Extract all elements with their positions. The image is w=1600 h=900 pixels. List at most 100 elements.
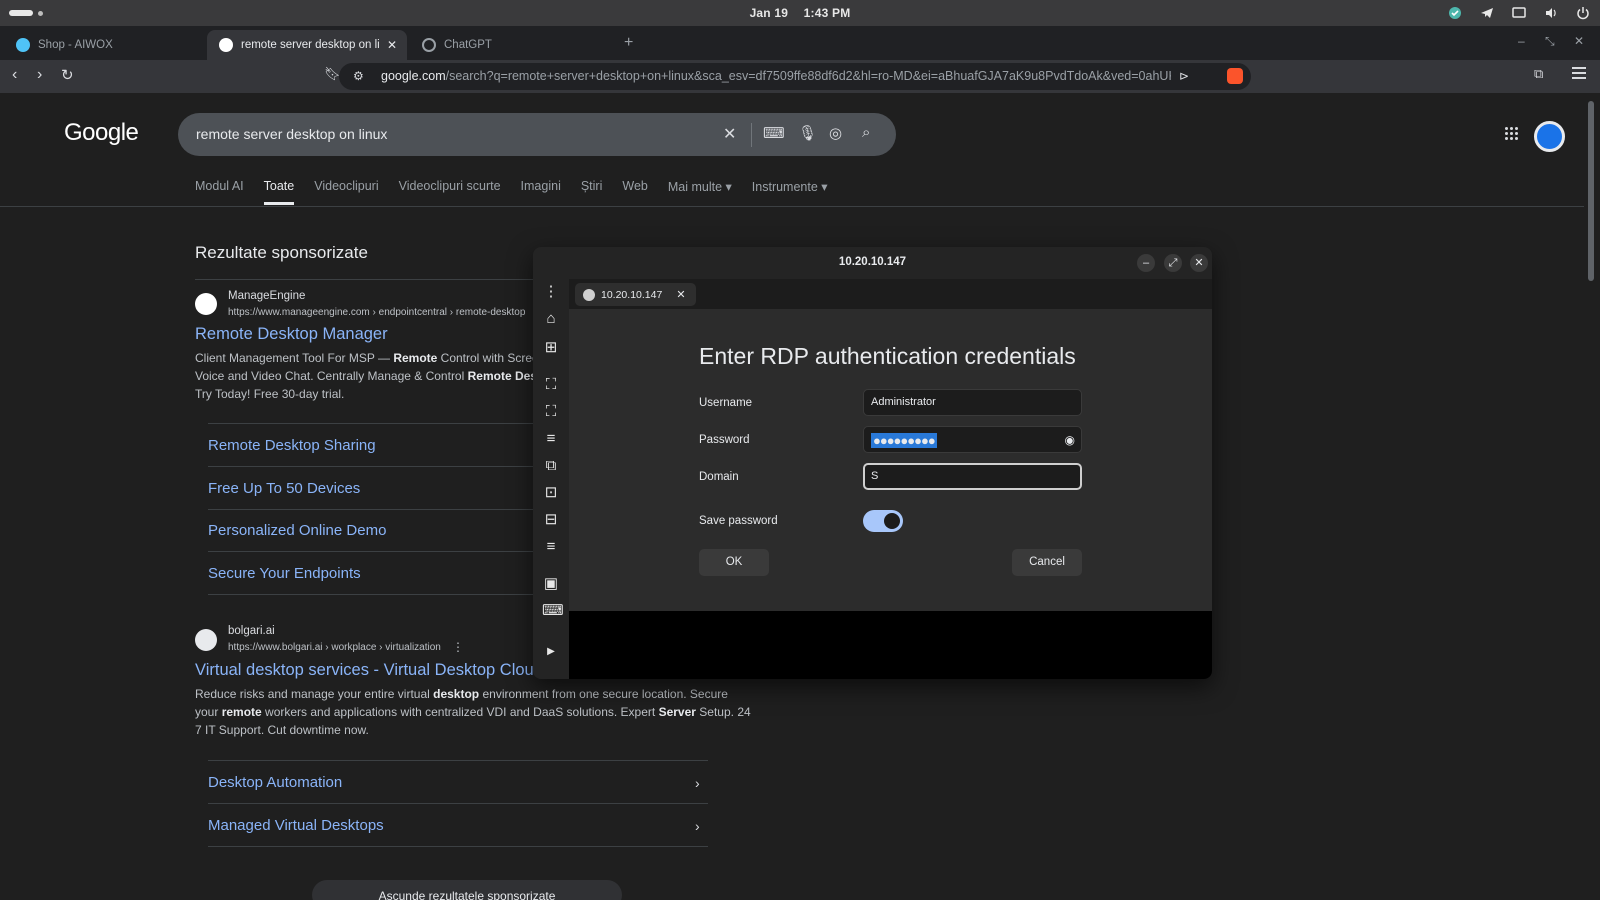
scrollbar-thumb[interactable] bbox=[1588, 101, 1594, 281]
sitelink[interactable]: Free Up To 50 Devices bbox=[208, 480, 360, 497]
volume-icon[interactable] bbox=[1542, 4, 1560, 22]
close-window-icon[interactable]: ✕ bbox=[1574, 34, 1584, 48]
display-icon[interactable] bbox=[1510, 4, 1528, 22]
keyboard-icon[interactable]: ⌨ bbox=[542, 602, 564, 620]
fullscreen-icon[interactable]: ⛶ bbox=[542, 403, 560, 421]
sitelink[interactable]: Secure Your Endpoints bbox=[208, 565, 361, 582]
address-bar[interactable]: ⚙ google.com/search?q=remote+server+desk… bbox=[339, 63, 1251, 90]
minimize-icon[interactable]: – bbox=[1137, 254, 1155, 272]
search-query[interactable]: remote server desktop on linux bbox=[196, 126, 387, 142]
keyboard-icon[interactable]: ⌨ bbox=[763, 124, 785, 142]
ad-url[interactable]: https://www.bolgari.ai › workplace › vir… bbox=[228, 642, 441, 653]
ad-title-link[interactable]: Virtual desktop services - Virtual Deskt… bbox=[195, 661, 543, 680]
expand-toolbar-icon[interactable]: ▶ bbox=[542, 643, 560, 661]
back-icon[interactable]: ‹ bbox=[12, 66, 17, 84]
google-logo[interactable]: Google bbox=[64, 119, 139, 147]
account-avatar[interactable] bbox=[1534, 121, 1565, 152]
connection-status-icon bbox=[583, 288, 595, 301]
options-menu-icon[interactable]: ≡ bbox=[542, 538, 560, 556]
divider bbox=[208, 760, 708, 761]
menu-dots-icon[interactable]: ⋮ bbox=[542, 283, 560, 301]
telegram-icon[interactable] bbox=[1478, 4, 1496, 22]
sitelink[interactable]: Remote Desktop Sharing bbox=[208, 437, 376, 454]
manageengine-logo-icon[interactable] bbox=[195, 293, 217, 315]
desc-bold: Remote bbox=[393, 351, 438, 365]
dynamic-resolution-icon[interactable]: ⊟ bbox=[542, 511, 560, 529]
remote-display-area[interactable] bbox=[569, 611, 1212, 679]
search-icon[interactable]: ⌕ bbox=[862, 124, 870, 141]
show-password-icon[interactable]: ◉ bbox=[1065, 433, 1075, 447]
more-options-icon[interactable]: ⋮ bbox=[452, 640, 464, 654]
new-connection-icon[interactable]: ⊞ bbox=[542, 339, 560, 357]
site-settings-icon[interactable]: ⚙ bbox=[353, 69, 364, 83]
ad-url[interactable]: https://www.manageengine.com › endpointc… bbox=[228, 307, 525, 318]
save-password-toggle[interactable] bbox=[863, 510, 903, 532]
rdp-connection-tab[interactable]: 10.20.10.147 ✕ bbox=[575, 283, 696, 306]
tab-chatgpt[interactable]: ChatGPT bbox=[410, 30, 610, 60]
search-box[interactable]: remote server desktop on linux ✕ ⌨ 🎙︎ ◎ … bbox=[178, 113, 896, 156]
ad-title-link[interactable]: Remote Desktop Manager bbox=[195, 325, 388, 344]
sitelink[interactable]: Personalized Online Demo bbox=[208, 522, 386, 539]
share-icon[interactable]: ⊳ bbox=[1179, 69, 1189, 83]
ad-source[interactable]: bolgari.ai bbox=[228, 625, 275, 637]
ad-description: Reduce risks and manage your entire virt… bbox=[195, 685, 751, 739]
domain-field[interactable]: S bbox=[863, 463, 1082, 490]
globe-icon[interactable] bbox=[195, 629, 217, 651]
tab-stiri[interactable]: Știri bbox=[581, 179, 603, 205]
username-label: Username bbox=[699, 397, 753, 409]
tab-web[interactable]: Web bbox=[622, 179, 647, 205]
tab-toate[interactable]: Toate bbox=[263, 179, 295, 205]
close-icon[interactable]: ✕ bbox=[1190, 254, 1208, 272]
restore-window-icon[interactable]: ⤡ bbox=[1545, 34, 1555, 49]
chevron-right-icon[interactable]: › bbox=[695, 818, 700, 834]
tab-imagini[interactable]: Imagini bbox=[521, 179, 561, 205]
microphone-icon[interactable]: 🎙︎ bbox=[798, 124, 817, 142]
tab-mai-multe[interactable]: Mai multe ▾ bbox=[668, 179, 732, 205]
tab-videoclipuri-scurte[interactable]: Videoclipuri scurte bbox=[399, 179, 501, 205]
url-text[interactable]: google.com/search?q=remote+server+deskto… bbox=[381, 69, 1171, 83]
screenshot-icon[interactable]: ▣ bbox=[542, 575, 560, 593]
hide-sponsored-button[interactable]: Ascunde rezultatele sponsorizate bbox=[312, 880, 622, 900]
sitelink[interactable]: Desktop Automation bbox=[208, 774, 342, 791]
power-icon[interactable] bbox=[1574, 4, 1592, 22]
clear-search-icon[interactable]: ✕ bbox=[723, 124, 736, 144]
google-apps-icon[interactable] bbox=[1505, 127, 1519, 141]
desc-text: 7 IT Support. Cut downtime now. bbox=[195, 723, 369, 737]
workspace-indicator[interactable] bbox=[9, 10, 33, 16]
tab-modul-ai[interactable]: Modul AI bbox=[195, 179, 244, 205]
cancel-button[interactable]: Cancel bbox=[1012, 549, 1082, 576]
tab-shop-aiwox[interactable]: Shop - AIWOX bbox=[4, 30, 204, 60]
scale-icon[interactable]: ⊡ bbox=[542, 484, 560, 502]
tab-instrumente[interactable]: Instrumente ▾ bbox=[752, 179, 828, 205]
tab-google-search[interactable]: remote server desktop on li ✕ bbox=[207, 30, 407, 60]
ok-button[interactable]: OK bbox=[699, 549, 769, 576]
new-tab-icon[interactable]: + bbox=[624, 34, 633, 52]
workspace-dot[interactable] bbox=[38, 11, 43, 16]
tab-videoclipuri[interactable]: Videoclipuri bbox=[314, 179, 378, 205]
fit-screen-icon[interactable]: ⛶ bbox=[542, 376, 560, 394]
url-host: google.com bbox=[381, 69, 446, 83]
list-icon[interactable]: ≡ bbox=[542, 430, 560, 448]
forward-icon[interactable]: › bbox=[37, 66, 42, 84]
brave-shield-icon[interactable] bbox=[1227, 68, 1243, 84]
maximize-icon[interactable]: ⤢ bbox=[1164, 254, 1182, 272]
password-field[interactable]: ●●●●●●●●● ◉ bbox=[863, 426, 1082, 453]
bookmark-icon[interactable]: 🔖︎ bbox=[324, 66, 341, 82]
chevron-right-icon[interactable]: › bbox=[695, 775, 700, 791]
app-status-icon[interactable] bbox=[1446, 4, 1464, 22]
close-tab-icon[interactable]: ✕ bbox=[387, 38, 397, 52]
system-clock[interactable]: Jan 19 1:43 PM bbox=[0, 6, 1600, 20]
desc-text: Setup. 24 bbox=[695, 705, 751, 719]
minimize-window-icon[interactable]: – bbox=[1518, 34, 1525, 48]
page-scrollbar[interactable] bbox=[1584, 93, 1600, 900]
home-icon[interactable]: ⌂ bbox=[542, 310, 560, 328]
reload-icon[interactable]: ↻ bbox=[61, 66, 74, 84]
close-tab-icon[interactable]: ✕ bbox=[676, 288, 685, 301]
lens-icon[interactable]: ◎ bbox=[829, 124, 842, 142]
sidebar-icon[interactable]: ⧉ bbox=[1534, 66, 1543, 82]
username-field[interactable]: Administrator bbox=[863, 389, 1082, 416]
multi-monitor-icon[interactable]: ⧉ bbox=[542, 457, 560, 475]
browser-menu-icon[interactable] bbox=[1572, 67, 1586, 82]
sitelink[interactable]: Managed Virtual Desktops bbox=[208, 817, 384, 834]
ad-source[interactable]: ManageEngine bbox=[228, 290, 305, 302]
